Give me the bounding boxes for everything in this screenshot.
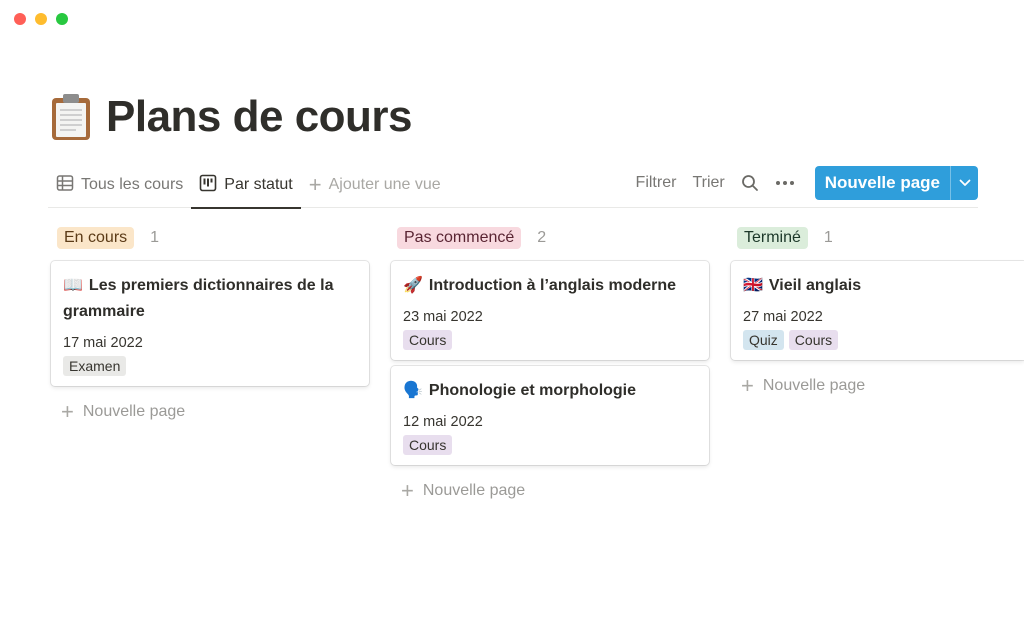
tag: Cours xyxy=(403,330,453,350)
view-toolbar: Filtrer Trier Nouvelle page xyxy=(628,166,978,200)
card-tags: Cours xyxy=(403,435,697,455)
add-view-button[interactable]: + Ajouter une vue xyxy=(301,162,449,208)
tag: Cours xyxy=(788,330,839,350)
view-bar: Tous les cours Par statut + Ajouter une … xyxy=(48,162,978,209)
rocket-icon: 🚀 xyxy=(403,277,423,294)
new-page-button-group: Nouvelle page xyxy=(814,166,978,200)
card-date: 17 mai 2022 xyxy=(63,335,143,351)
tag: Cours xyxy=(403,435,453,455)
plus-icon: + xyxy=(308,172,322,197)
minimize-window-button[interactable] xyxy=(35,13,47,25)
card-tags: Cours xyxy=(403,330,697,350)
column-header: Pas commencé 2 xyxy=(391,224,709,252)
board-card[interactable]: 🇬🇧 Vieil anglais 27 mai 2022 Quiz Cours xyxy=(731,261,1024,360)
board-column-en-cours: En cours 1 📖 Les premiers dictionnaires d… xyxy=(51,224,369,424)
status-badge[interactable]: En cours xyxy=(57,227,135,249)
new-page-button[interactable]: Nouvelle page xyxy=(815,166,950,200)
card-tags: Examen xyxy=(63,356,357,376)
close-window-button[interactable] xyxy=(14,13,26,25)
plus-icon: + xyxy=(741,373,754,398)
board-card[interactable]: 🗣️ Phonologie et morphologie 12 mai 2022 … xyxy=(391,366,709,465)
card-tags: Quiz Cours xyxy=(743,330,1012,350)
board-column-pas-commence: Pas commencé 2 🚀 Introduction à l’anglais… xyxy=(391,224,709,503)
new-page-label: Nouvelle page xyxy=(82,403,186,420)
sort-button[interactable]: Trier xyxy=(684,166,732,200)
card-date: 12 mai 2022 xyxy=(403,414,483,430)
board-card[interactable]: 📖 Les premiers dictionnaires de la gramma… xyxy=(51,261,369,386)
card-title: 📖 Les premiers dictionnaires de la gramma… xyxy=(63,273,357,325)
status-badge[interactable]: Terminé xyxy=(737,227,808,249)
plus-icon: + xyxy=(401,478,414,503)
column-count: 2 xyxy=(537,229,547,246)
clipboard-icon[interactable] xyxy=(50,93,92,141)
card-date: 23 mai 2022 xyxy=(403,309,483,325)
tab-label: Par statut xyxy=(224,176,293,193)
board-column-termine: Terminé 1 🇬🇧 Vieil anglais 27 mai 2022 Qu… xyxy=(731,224,1024,398)
new-page-label: Nouvelle page xyxy=(762,377,866,394)
tag: Quiz xyxy=(743,330,784,350)
filter-button[interactable]: Filtrer xyxy=(628,166,685,200)
speaking-head-icon: 🗣️ xyxy=(403,382,423,399)
add-view-label: Ajouter une vue xyxy=(328,176,441,193)
view-tabs: Tous les cours Par statut + Ajouter une … xyxy=(48,162,449,209)
search-icon[interactable] xyxy=(733,166,767,200)
tag: Examen xyxy=(63,356,127,376)
window-controls xyxy=(14,13,68,25)
card-title-text: Vieil anglais xyxy=(768,277,862,294)
column-header: En cours 1 xyxy=(51,224,369,252)
new-page-row[interactable]: + Nouvelle page xyxy=(731,374,1024,398)
column-header: Terminé 1 xyxy=(731,224,1024,252)
board-icon xyxy=(199,174,217,197)
card-title: 🚀 Introduction à l’anglais moderne xyxy=(403,273,697,299)
uk-flag-icon: 🇬🇧 xyxy=(743,277,763,294)
card-title-text: Phonologie et morphologie xyxy=(428,382,637,399)
card-date: 27 mai 2022 xyxy=(743,309,823,325)
page-title[interactable]: Plans de cours xyxy=(106,92,413,142)
table-icon xyxy=(56,174,74,197)
card-title: 🗣️ Phonologie et morphologie xyxy=(403,378,697,404)
tab-par-statut[interactable]: Par statut xyxy=(191,162,302,209)
tab-label: Tous les cours xyxy=(81,176,184,193)
board-card[interactable]: 🚀 Introduction à l’anglais moderne 23 mai… xyxy=(391,261,709,360)
new-page-label: Nouvelle page xyxy=(422,482,526,499)
card-title-text: Introduction à l’anglais moderne xyxy=(428,277,677,294)
book-icon: 📖 xyxy=(63,277,83,294)
column-count: 1 xyxy=(150,229,160,246)
chevron-down-icon[interactable] xyxy=(950,166,978,200)
more-icon[interactable] xyxy=(767,166,803,200)
new-page-row[interactable]: + Nouvelle page xyxy=(391,479,709,503)
card-title-text: Les premiers dictionnaires de la grammai… xyxy=(63,277,334,320)
new-page-row[interactable]: + Nouvelle page xyxy=(51,400,369,424)
column-count: 1 xyxy=(823,229,833,246)
status-badge[interactable]: Pas commencé xyxy=(397,227,522,249)
page-header: Plans de cours xyxy=(50,92,413,142)
tab-tous-les-cours[interactable]: Tous les cours xyxy=(48,162,191,208)
maximize-window-button[interactable] xyxy=(56,13,68,25)
card-title: 🇬🇧 Vieil anglais xyxy=(743,273,1012,299)
plus-icon: + xyxy=(61,399,74,424)
